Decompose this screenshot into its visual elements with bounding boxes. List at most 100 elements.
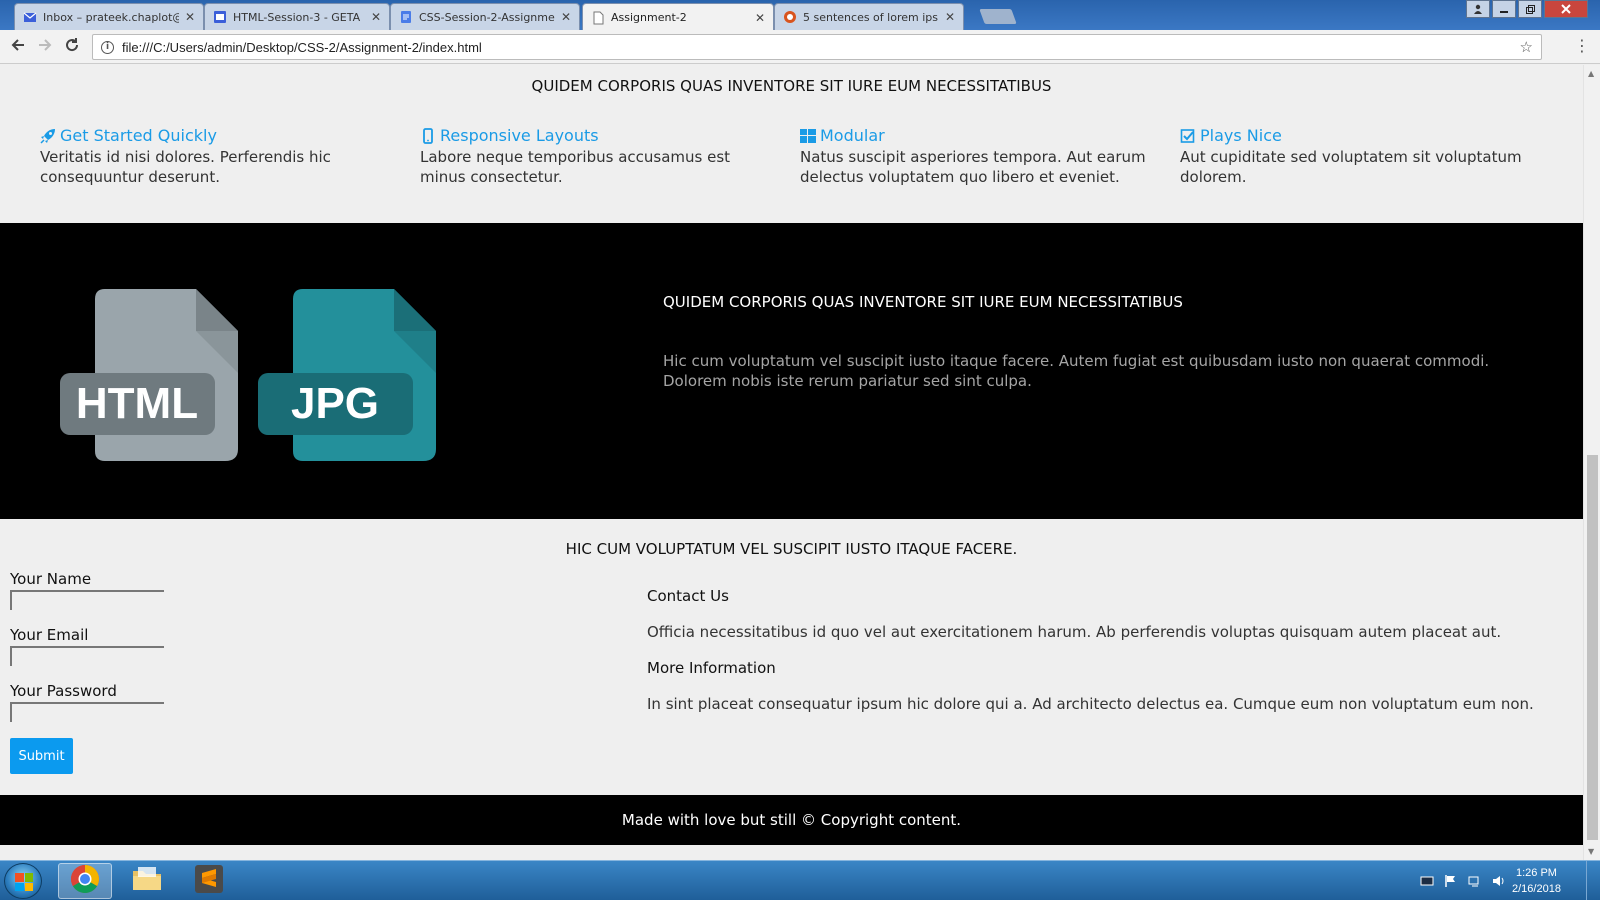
os-taskbar: 1:26 PM 2/16/2018 [0,860,1600,900]
tab-css-session[interactable]: CSS-Session-2-Assignme ✕ [390,3,580,30]
taskbar-clock[interactable]: 1:26 PM 2/16/2018 [1512,865,1561,897]
band-text: Hic cum voluptatum vel suscipit iusto it… [663,352,1490,390]
forward-button[interactable] [35,37,55,58]
feature-title: Plays Nice [1200,126,1282,145]
user-icon[interactable] [1466,0,1490,18]
flag-icon[interactable] [1444,873,1458,887]
page-scrollbar[interactable]: ▲ ▼ [1583,65,1600,860]
feature-heading[interactable]: Get Started Quickly [40,126,390,145]
tab-label: HTML-Session-3 - GETA [233,10,361,24]
mobile-icon [420,127,436,144]
rocket-icon [40,128,56,144]
slides-icon [213,10,227,24]
docs-icon [399,10,413,24]
tab-lorem[interactable]: 5 sentences of lorem ips ✕ [774,3,964,30]
volume-icon[interactable] [1492,873,1506,887]
file-type-label: JPG [291,379,379,428]
contact-us-text: Officia necessitatibus id quo vel aut ex… [647,623,1502,641]
feature-title: Get Started Quickly [60,126,217,145]
tab-html-session[interactable]: HTML-Session-3 - GETA ✕ [204,3,390,30]
windows-logo-icon [15,873,33,891]
keyboard-icon[interactable] [1420,873,1434,887]
browser-tabstrip: Inbox – prateek.chaplot@ ✕ HTML-Session-… [0,0,1600,31]
reload-button[interactable] [62,37,82,58]
feature-title: Modular [820,126,885,145]
file-type-label: HTML [76,379,198,428]
start-button[interactable] [4,863,42,899]
taskbar-sublime[interactable] [182,863,236,899]
chrome-icon [70,864,100,898]
contact-info: Contact Us Officia necessitatibus id quo… [647,587,1547,731]
new-tab-button[interactable] [979,9,1017,24]
submit-button[interactable]: Submit [10,738,73,774]
url-text: file:///C:/Users/admin/Desktop/CSS-2/Ass… [122,39,482,55]
mail-icon [23,10,37,24]
minimize-button[interactable] [1492,0,1516,18]
name-input[interactable] [10,590,164,610]
band-heading: QUIDEM CORPORIS QUAS INVENTORE SIT IURE … [663,293,1183,311]
restore-button[interactable] [1518,0,1542,18]
page-viewport: QUIDEM CORPORIS QUAS INVENTORE SIT IURE … [0,65,1583,860]
info-icon[interactable]: i [101,40,114,54]
feature-heading[interactable]: Responsive Layouts [420,126,770,145]
page-footer: Made with love but still © Copyright con… [0,795,1583,845]
taskbar-explorer[interactable] [120,863,174,899]
show-desktop-button[interactable] [1586,861,1600,900]
network-icon[interactable] [1468,873,1482,887]
feature-description: Aut cupiditate sed voluptatem sit volupt… [1180,148,1522,186]
tab-close-icon[interactable]: ✕ [371,10,381,24]
close-window-button[interactable] [1544,0,1588,18]
feature-description: Labore neque temporibus accusamus est mi… [420,148,731,186]
feature-description: Natus suscipit asperiores tempora. Aut e… [800,148,1146,186]
feature-heading[interactable]: Modular [800,126,1150,145]
clock-date: 2/16/2018 [1512,883,1561,895]
clock-time: 1:26 PM [1515,867,1557,879]
password-label: Your Password [10,682,117,700]
tab-close-icon[interactable]: ✕ [945,10,955,24]
hero-band: HTML JPG QUIDEM CORPORIS QUAS INVENTORE … [0,223,1583,519]
password-input[interactable] [10,702,164,722]
feature-responsive: Responsive Layouts Labore neque temporib… [420,126,800,187]
more-info-text: In sint placeat consequatur ipsum hic do… [647,695,1534,713]
tab-close-icon[interactable]: ✕ [561,10,571,24]
contact-us-heading: Contact Us [647,587,729,605]
tab-assignment-2[interactable]: Assignment-2 ✕ [582,3,774,31]
tab-close-icon[interactable]: ✕ [185,10,195,24]
system-tray [1420,873,1506,887]
features-title: QUIDEM CORPORIS QUAS INVENTORE SIT IURE … [531,77,1052,95]
footer-text: Made with love but still © Copyright con… [621,811,962,829]
window-controls [1466,0,1588,18]
email-label: Your Email [10,626,89,644]
name-label: Your Name [10,570,92,588]
lorem-icon [783,10,797,24]
scrollbar-thumb[interactable] [1587,455,1598,840]
tab-label: Assignment-2 [611,11,687,24]
taskbar-chrome[interactable] [58,863,112,899]
sublime-icon [194,864,224,898]
feature-get-started: Get Started Quickly Veritatis id nisi do… [40,126,420,187]
scroll-up-icon[interactable]: ▲ [1588,69,1594,78]
tab-label: Inbox – prateek.chaplot@ [43,10,179,24]
browser-toolbar: i file:///C:/Users/admin/Desktop/CSS-2/A… [0,30,1600,64]
tab-close-icon[interactable]: ✕ [755,11,765,25]
back-button[interactable] [8,37,28,58]
more-info-heading: More Information [647,659,776,677]
tab-label: CSS-Session-2-Assignme [419,10,555,24]
bookmark-star-icon[interactable]: ☆ [1520,38,1533,56]
html-file-icon: HTML [60,281,240,465]
feature-modular: Modular Natus suscipit asperiores tempor… [800,126,1180,187]
tab-label: 5 sentences of lorem ips [803,10,938,24]
page-icon [591,11,605,25]
tab-inbox[interactable]: Inbox – prateek.chaplot@ ✕ [14,3,204,30]
features-row: Get Started Quickly Veritatis id nisi do… [40,126,1560,187]
email-input[interactable] [10,646,164,666]
menu-icon[interactable]: ⋮ [1574,36,1590,55]
feature-plays-nice: Plays Nice Aut cupiditate sed voluptatem… [1180,126,1560,187]
feature-heading[interactable]: Plays Nice [1180,126,1530,145]
scroll-down-icon[interactable]: ▼ [1588,847,1594,856]
grid-icon [800,128,816,144]
folder-icon [131,865,163,897]
feature-description: Veritatis id nisi dolores. Perferendis h… [40,148,331,186]
feature-title: Responsive Layouts [440,126,599,145]
address-bar[interactable]: i file:///C:/Users/admin/Desktop/CSS-2/A… [92,34,1542,60]
